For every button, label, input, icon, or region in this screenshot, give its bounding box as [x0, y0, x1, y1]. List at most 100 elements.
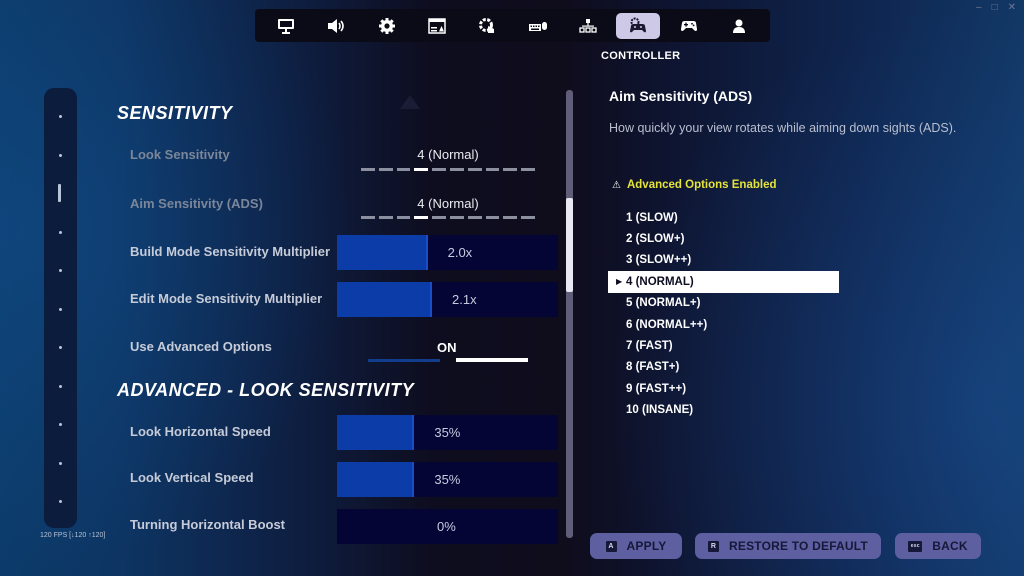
stepper-tick[interactable] [414, 216, 429, 219]
build-multiplier-slider[interactable]: 2.0x [337, 235, 558, 270]
stepper-tick[interactable] [396, 216, 411, 219]
keyboard-mouse-icon [528, 21, 547, 31]
settings-tab-bar [255, 9, 770, 42]
option-label: 5 (NORMAL+) [626, 297, 701, 310]
rail-marker[interactable] [59, 269, 62, 272]
stepper-tick[interactable] [521, 216, 535, 219]
esc-key-icon: esc [908, 540, 923, 552]
toggle-on-indicator[interactable] [456, 358, 528, 362]
person-icon [732, 19, 745, 33]
stepper-tick[interactable] [432, 168, 446, 171]
apply-button[interactable]: A APPLY [590, 533, 682, 559]
active-tab-caption: CONTROLLER [601, 50, 681, 62]
restore-default-button[interactable]: R RESTORE TO DEFAULT [695, 533, 881, 559]
option-label: 2 (SLOW+) [626, 233, 685, 246]
slider-fill [337, 462, 415, 497]
stepper-tick[interactable] [414, 168, 429, 171]
rail-marker[interactable] [59, 461, 62, 465]
close-button[interactable]: ✕ [1008, 2, 1016, 13]
selected-caret-icon: ▶ [616, 277, 623, 287]
stepper-tick[interactable] [485, 216, 500, 219]
aim-sensitivity-stepper[interactable] [361, 216, 535, 219]
sensitivity-option[interactable]: 8 (FAST+) [608, 357, 839, 378]
look-sensitivity-value[interactable]: 4 (Normal) [361, 147, 535, 162]
stepper-tick[interactable] [485, 168, 500, 171]
rail-marker[interactable] [59, 384, 62, 388]
rail-marker[interactable] [59, 500, 62, 503]
stepper-tick[interactable] [378, 216, 393, 219]
sensitivity-option[interactable]: 6 (NORMAL++) [608, 314, 839, 335]
stepper-tick[interactable] [521, 168, 535, 171]
rail-marker[interactable] [59, 307, 62, 311]
sensitivity-option[interactable]: 3 (SLOW++) [608, 250, 839, 271]
warning-icon: ⚠ [612, 179, 621, 191]
aim-sensitivity-value[interactable]: 4 (Normal) [361, 196, 535, 211]
sensitivity-option[interactable]: 1 (SLOW) [608, 207, 839, 228]
look-horizontal-speed-slider[interactable]: 35% [337, 415, 558, 450]
stepper-tick[interactable] [467, 216, 482, 219]
option-label: 10 (INSANE) [626, 404, 694, 417]
tab-controller-binds[interactable] [667, 13, 711, 39]
sensitivity-option[interactable]: 5 (NORMAL+) [608, 293, 839, 314]
rail-marker[interactable] [59, 230, 62, 234]
minimize-button[interactable]: – [976, 2, 982, 13]
sensitivity-option[interactable]: 9 (FAST++) [608, 378, 839, 399]
slider-value: 2.1x [452, 292, 477, 307]
tab-account-privacy[interactable] [717, 13, 761, 39]
look-vertical-speed-label: Look Vertical Speed [130, 470, 254, 485]
section-title-advanced-look: ADVANCED - LOOK SENSITIVITY [117, 380, 415, 400]
tab-display[interactable] [264, 13, 308, 39]
detail-title: Aim Sensitivity (ADS) [609, 88, 753, 104]
slider-value: 0% [437, 519, 456, 534]
look-sensitivity-stepper[interactable] [361, 168, 535, 171]
turning-horizontal-boost-label: Turning Horizontal Boost [130, 517, 286, 532]
slider-fill [337, 235, 428, 270]
tab-account[interactable] [566, 13, 610, 39]
sensitivity-options-list: 1 (SLOW) 2 (SLOW+) 3 (SLOW++) ▶ 4 (NORMAL) 5 … [608, 207, 839, 421]
rail-marker[interactable] [59, 346, 62, 349]
tab-game[interactable] [365, 13, 409, 39]
stepper-tick[interactable] [449, 216, 464, 219]
edit-multiplier-slider[interactable]: 2.1x [337, 282, 558, 317]
section-title-sensitivity: SENSITIVITY [117, 103, 233, 123]
tab-keyboard-mouse[interactable] [516, 13, 560, 39]
slider-fill [337, 282, 433, 317]
tab-controller[interactable] [616, 12, 661, 39]
stepper-tick[interactable] [361, 216, 375, 219]
sensitivity-option[interactable]: 10 (INSANE) [608, 400, 839, 421]
look-sensitivity-label: Look Sensitivity [130, 147, 230, 162]
rail-marker[interactable] [59, 115, 62, 118]
stepper-tick[interactable] [467, 168, 482, 171]
rail-marker[interactable] [59, 153, 62, 157]
sensitivity-option[interactable]: 2 (SLOW+) [608, 228, 839, 249]
sensitivity-option[interactable]: 7 (FAST) [608, 335, 839, 356]
toggle-off-indicator[interactable] [368, 359, 440, 362]
tab-audio[interactable] [314, 13, 358, 39]
stepper-tick[interactable] [361, 168, 375, 171]
tab-game-ui[interactable] [415, 13, 459, 39]
stepper-tick[interactable] [396, 168, 411, 171]
rail-marker-active[interactable] [58, 184, 61, 202]
slider-value: 2.0x [447, 245, 473, 260]
advanced-options-toggle[interactable]: ON [437, 340, 457, 355]
option-label: 1 (SLOW) [626, 211, 678, 224]
settings-scrollbar-thumb[interactable] [566, 198, 573, 292]
rail-marker[interactable] [59, 423, 62, 426]
maximize-button[interactable]: □ [992, 2, 998, 13]
tab-touch[interactable] [465, 13, 509, 39]
settings-scrollbar-track[interactable] [566, 90, 573, 538]
back-button[interactable]: esc BACK [895, 533, 981, 559]
build-multiplier-label: Build Mode Sensitivity Multiplier [130, 244, 335, 259]
hierarchy-icon [579, 18, 597, 33]
stepper-tick[interactable] [378, 168, 393, 171]
stepper-tick[interactable] [432, 216, 446, 219]
look-horizontal-speed-label: Look Horizontal Speed [130, 424, 271, 439]
stepper-tick[interactable] [503, 168, 518, 171]
build-multiplier-label-text: Build Mode Sensitivity Multiplier [130, 244, 331, 259]
sensitivity-option[interactable]: ▶ 4 (NORMAL) [608, 271, 839, 293]
turning-horizontal-boost-slider[interactable]: 0% [337, 509, 558, 544]
gear-icon [378, 17, 395, 34]
stepper-tick[interactable] [503, 216, 518, 219]
stepper-tick[interactable] [449, 168, 464, 171]
look-vertical-speed-slider[interactable]: 35% [337, 462, 558, 497]
